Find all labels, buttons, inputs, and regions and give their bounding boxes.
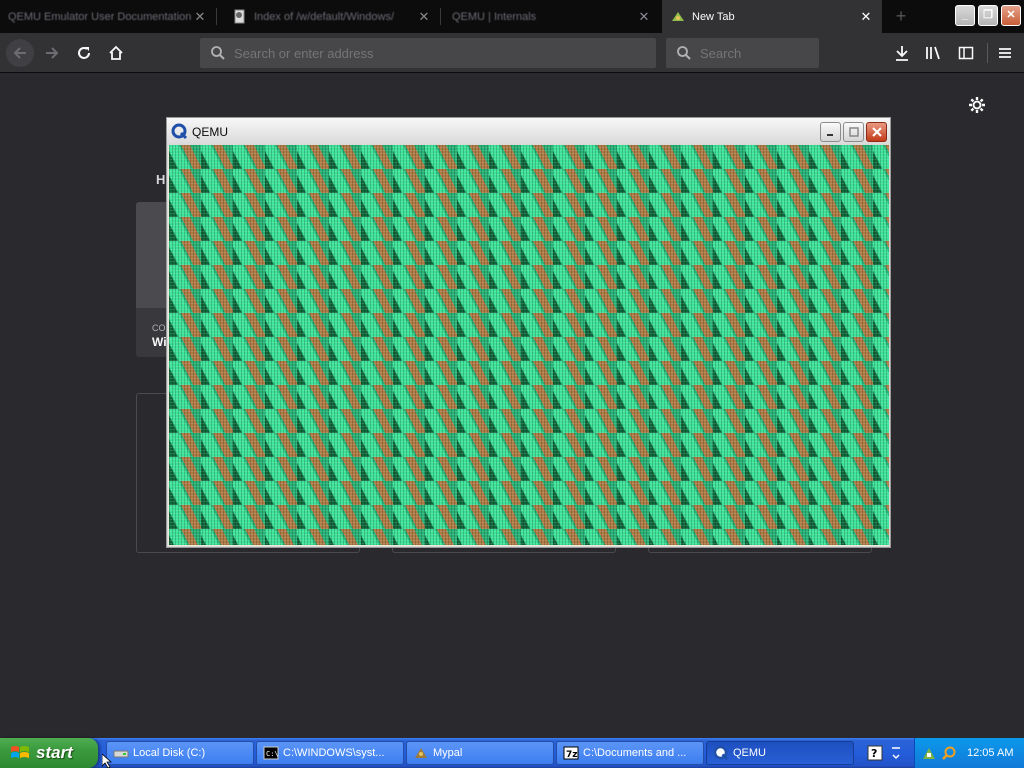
- new-tab-button[interactable]: +: [890, 5, 912, 27]
- qemu-icon: [713, 745, 729, 761]
- tab-separator: [440, 8, 441, 25]
- address-input[interactable]: [234, 45, 614, 61]
- mypal-icon: [413, 745, 429, 761]
- 7zip-icon: 7z: [563, 745, 579, 761]
- card-title: Wi: [152, 335, 167, 349]
- tab-qemu-docs[interactable]: QEMU Emulator User Documentation ✕: [0, 0, 216, 33]
- menu-button[interactable]: [995, 43, 1015, 63]
- language-bar[interactable]: ?: [858, 741, 912, 765]
- mouse-pointer-icon: [102, 754, 113, 768]
- taskbar: start Local Disk (C:) C:\ C:\WINDOWS\sys…: [0, 738, 1024, 768]
- task-label: QEMU: [733, 747, 766, 759]
- tab-qemu-internals[interactable]: QEMU | Internals ✕: [444, 0, 660, 33]
- close-icon[interactable]: ✕: [636, 9, 652, 25]
- maximize-icon: [848, 127, 859, 137]
- task-label: Mypal: [433, 747, 463, 759]
- qemu-icon: [171, 123, 188, 140]
- cmd-icon: C:\: [263, 745, 279, 761]
- network-icon[interactable]: [921, 745, 937, 761]
- home-button[interactable]: [102, 39, 130, 67]
- taskbar-item-7zip[interactable]: 7z C:\Documents and ...: [556, 741, 704, 765]
- qemu-display[interactable]: [169, 145, 889, 545]
- library-icon: [926, 46, 940, 60]
- drive-icon: [113, 745, 129, 761]
- mypal-favicon-icon: [670, 9, 686, 25]
- minimize-button[interactable]: _: [955, 5, 975, 26]
- tab-title: QEMU | Internals: [452, 10, 537, 23]
- search-icon: [211, 46, 225, 60]
- library-button[interactable]: [924, 43, 944, 63]
- close-icon: [871, 127, 882, 137]
- clock[interactable]: 12:05 AM: [967, 747, 1013, 759]
- arrow-right-icon: [46, 47, 59, 59]
- taskbar-item-cmd[interactable]: C:\ C:\WINDOWS\syst...: [256, 741, 404, 765]
- windows-logo-icon: [11, 746, 29, 758]
- toolbar-separator: [987, 43, 988, 63]
- task-label: Local Disk (C:): [133, 747, 206, 759]
- qemu-window[interactable]: QEMU: [166, 117, 891, 548]
- help-icon: ?: [867, 745, 883, 761]
- search-input[interactable]: [700, 45, 810, 61]
- reload-button[interactable]: [70, 39, 98, 67]
- qemu-titlebar[interactable]: QEMU: [167, 118, 890, 145]
- task-label: C:\Documents and ...: [583, 747, 687, 759]
- close-icon[interactable]: ✕: [858, 9, 874, 25]
- scrollbar[interactable]: [1008, 74, 1024, 738]
- taskbar-item-local-disk[interactable]: Local Disk (C:): [106, 741, 254, 765]
- forward-button[interactable]: [38, 39, 66, 67]
- download-icon: [896, 46, 908, 61]
- search-icon: [677, 46, 691, 60]
- tab-separator: [216, 8, 217, 25]
- svg-text:C:\: C:\: [266, 750, 279, 758]
- navigation-toolbar: [0, 33, 1024, 73]
- task-label: C:\WINDOWS\syst...: [283, 747, 385, 759]
- close-icon[interactable]: ✕: [192, 9, 208, 25]
- magnifier-icon[interactable]: [941, 745, 957, 761]
- qemu-minimize-button[interactable]: [820, 122, 841, 142]
- tab-title: QEMU Emulator User Documentation: [8, 10, 192, 23]
- window-title: QEMU: [192, 124, 228, 139]
- hamburger-menu-icon: [999, 48, 1011, 58]
- taskbar-item-mypal[interactable]: Mypal: [406, 741, 554, 765]
- taskbar-item-qemu[interactable]: QEMU: [706, 741, 854, 765]
- reload-icon: [78, 47, 90, 59]
- tab-index-windows[interactable]: Index of /w/default/Windows/ ✕: [224, 0, 440, 33]
- tab-strip: QEMU Emulator User Documentation ✕ Index…: [0, 0, 1024, 33]
- chevron-down-icon: [892, 747, 900, 760]
- close-icon[interactable]: ✕: [416, 9, 432, 25]
- restore-button[interactable]: ❐: [978, 5, 998, 26]
- home-icon: [109, 45, 123, 60]
- back-button[interactable]: [6, 39, 34, 67]
- svg-text:?: ?: [871, 747, 877, 760]
- start-button[interactable]: start: [0, 738, 98, 768]
- sidebar-icon: [958, 46, 974, 60]
- qemu-maximize-button[interactable]: [843, 122, 864, 142]
- address-bar[interactable]: [200, 38, 656, 68]
- svg-text:7z: 7z: [566, 750, 578, 760]
- minimize-icon: [826, 134, 833, 136]
- start-label: start: [36, 743, 73, 762]
- sidebar-button[interactable]: [956, 43, 976, 63]
- search-bar[interactable]: [666, 38, 819, 68]
- tab-new-tab[interactable]: New Tab ✕: [662, 0, 882, 33]
- tab-title: New Tab: [692, 10, 735, 23]
- tab-title: Index of /w/default/Windows/: [254, 10, 395, 23]
- downloads-button[interactable]: [892, 43, 912, 63]
- section-heading: H: [156, 172, 166, 187]
- arrow-left-icon: [13, 47, 26, 59]
- qemu-close-button[interactable]: [866, 122, 887, 142]
- close-button[interactable]: ✕: [1001, 5, 1021, 26]
- gear-icon[interactable]: [966, 94, 988, 116]
- card-source: CO: [152, 323, 166, 333]
- page-icon: [232, 9, 248, 25]
- system-tray: 12:05 AM: [914, 738, 1024, 768]
